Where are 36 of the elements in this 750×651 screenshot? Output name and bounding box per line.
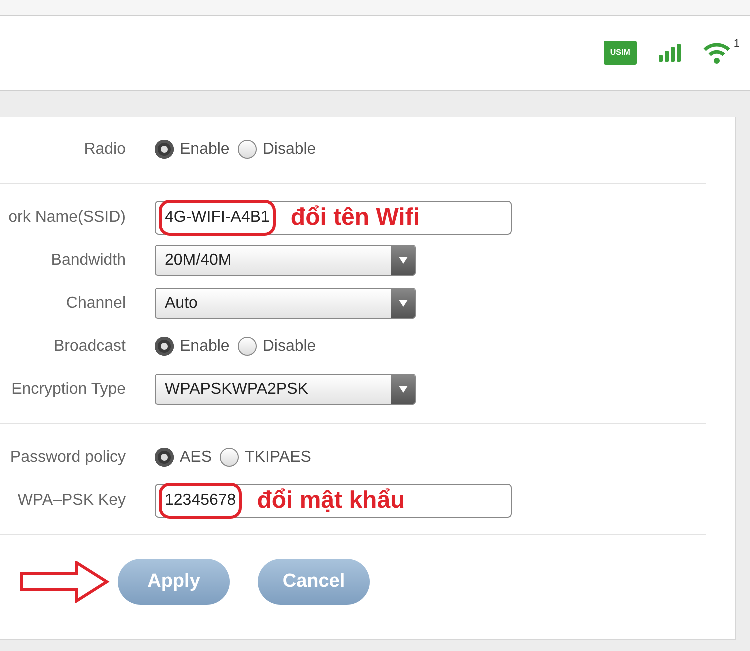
field-label: Channel [65,294,126,314]
field-value: 12345678 [162,486,240,516]
radio-button[interactable] [238,140,257,159]
wifi-icon [702,42,731,64]
radio-label: Disable [262,336,316,356]
field-label: Encryption Type [10,380,126,400]
dropdown[interactable]: Auto [155,288,416,319]
annotation-text: đổi mật khẩu [257,486,406,516]
radio-label: TKIPAES [245,448,312,468]
dropdown[interactable]: WPAPSKWPA2PSK [155,374,416,405]
field-label: Password policy [9,448,126,468]
radio-label: Enable [180,140,230,160]
radio-label: Enable [180,336,230,356]
caret-icon [391,289,415,318]
caret-icon [391,246,415,275]
text-field[interactable]: 4G-WIFI-A4B1 đổi tên Wifi [155,200,512,234]
field-label: WPA–PSK Key [16,490,126,510]
client-count: 1 [734,37,740,52]
radio-button[interactable] [155,448,174,467]
radio-button[interactable] [220,448,240,467]
signal-icon [658,44,681,62]
sim-card-icon: USIM [604,41,637,65]
field-value: 4G-WIFI-A4B1 [162,202,273,232]
field-label: Broadcast [52,336,126,356]
field-label: ork Name(SSID) [8,208,126,228]
radio-button[interactable] [238,337,257,356]
field-label: Bandwidth [50,250,126,270]
radio-button[interactable] [155,140,174,159]
field-label: Radio [83,140,126,160]
text-field[interactable]: 12345678 đổi mật khẩu [155,484,512,518]
annotation-text: đổi tên Wifi [290,202,420,232]
dropdown[interactable]: 20M/40M [155,245,416,276]
radio-label: Disable [262,140,316,160]
radio-button[interactable] [155,337,174,356]
caret-icon [391,375,415,404]
radio-label: AES [180,448,212,468]
